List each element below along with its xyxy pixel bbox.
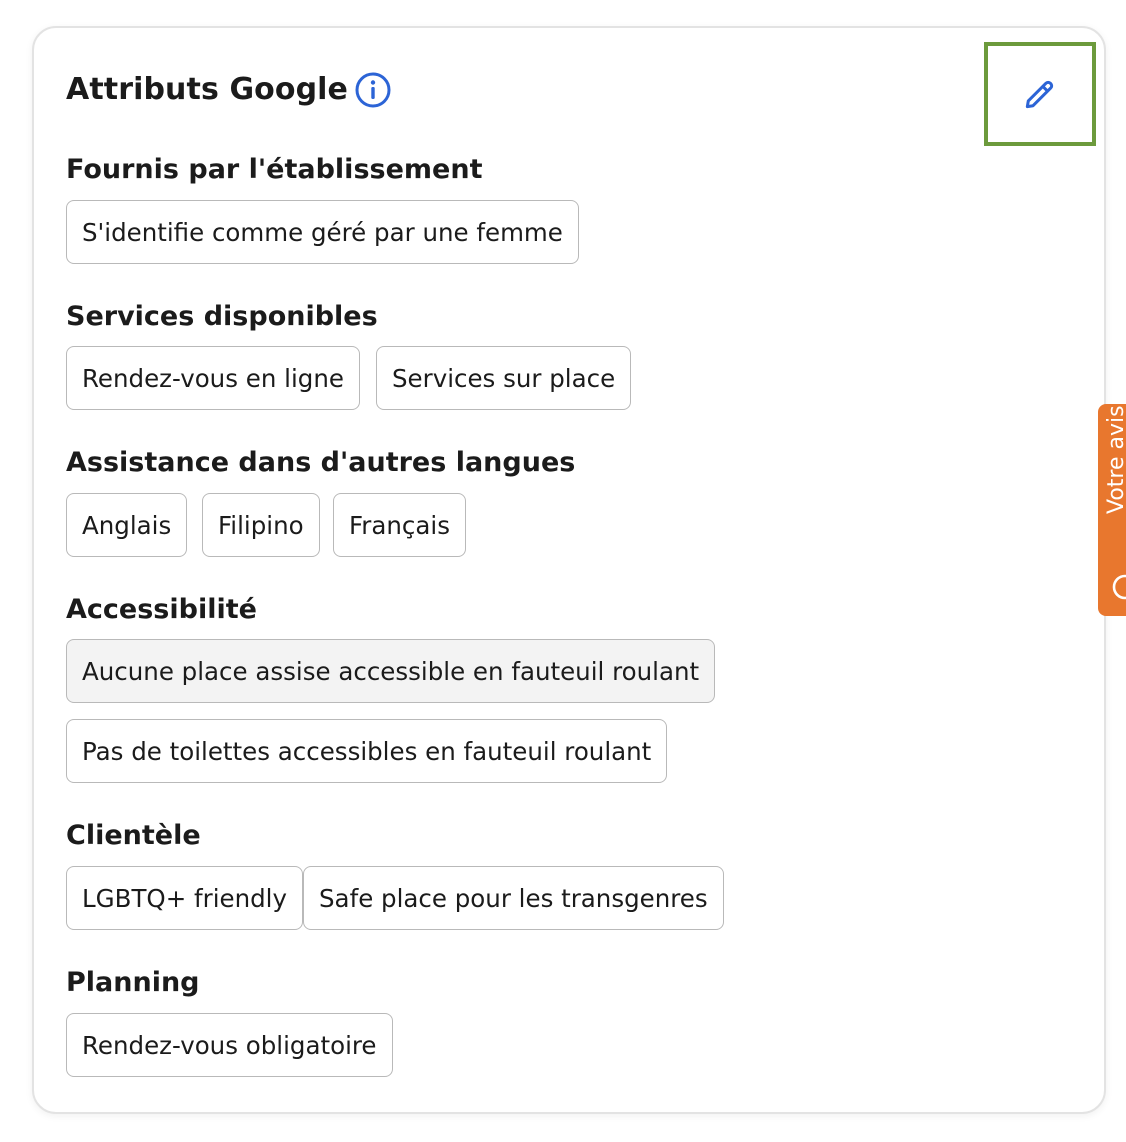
feedback-tab[interactable]: Votre avis: [1098, 404, 1126, 616]
attribute-chip[interactable]: Filipino: [202, 493, 320, 557]
section-title-clientele: Clientèle: [66, 820, 201, 851]
attribute-chip[interactable]: Aucune place assise accessible en fauteu…: [66, 639, 716, 703]
attribute-chip[interactable]: Anglais: [66, 493, 188, 557]
attribute-chip[interactable]: Français: [333, 493, 466, 557]
attribute-chip[interactable]: Rendez-vous en ligne: [66, 346, 360, 410]
section-title-available-services: Services disponibles: [66, 301, 378, 332]
info-icon[interactable]: [354, 71, 392, 109]
section-title-accessibility: Accessibilité: [66, 594, 257, 625]
chat-bubble-icon: [1112, 574, 1126, 600]
pencil-icon: [1025, 80, 1054, 109]
attribute-chip[interactable]: Services sur place: [376, 346, 632, 410]
feedback-tab-label: Votre avis: [1104, 405, 1126, 514]
attribute-chip[interactable]: Rendez-vous obligatoire: [66, 1013, 393, 1077]
edit-attributes-button[interactable]: [984, 42, 1096, 146]
attribute-chip[interactable]: LGBTQ+ friendly: [66, 866, 303, 930]
card-title: Attributs Google: [66, 72, 349, 107]
section-title-provided-by-business: Fournis par l'établissement: [66, 154, 483, 185]
google-attributes-card: Attributs Google Fournis par l'établisse…: [32, 26, 1106, 1114]
attribute-chip[interactable]: Pas de toilettes accessibles en fauteuil…: [66, 719, 668, 783]
attribute-chip[interactable]: S'identifie comme géré par une femme: [66, 200, 579, 264]
attribute-chip[interactable]: Safe place pour les transgenres: [303, 866, 724, 930]
section-title-planning: Planning: [66, 967, 200, 998]
section-title-languages: Assistance dans d'autres langues: [66, 447, 576, 478]
